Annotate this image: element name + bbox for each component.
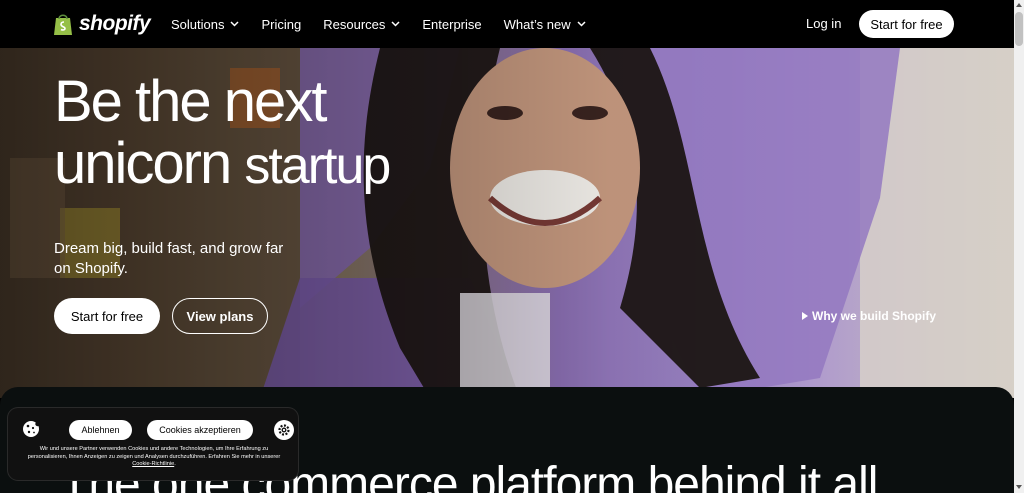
hero-title-unicorn: unicorn [54, 131, 232, 196]
chevron-down-icon [391, 21, 400, 27]
play-icon [802, 312, 808, 320]
nav-item-label: Pricing [261, 16, 302, 32]
scroll-down-arrow-icon[interactable] [1016, 485, 1022, 489]
login-link[interactable]: Log in [806, 16, 841, 31]
cookie-policy-link[interactable]: Cookie-Richtlinie [132, 461, 174, 467]
hero-title-startup: startup [244, 137, 391, 195]
cookie-notice-text: Wir und unsere Partner verwenden Cookies… [20, 446, 288, 469]
cookie-settings-button[interactable] [274, 420, 294, 440]
chevron-down-icon [577, 21, 586, 27]
view-plans-button[interactable]: View plans [172, 298, 268, 334]
nav-item-solutions[interactable]: Solutions [171, 16, 240, 32]
scrollbar-thumb[interactable] [1015, 12, 1023, 46]
accept-cookies-button[interactable]: Cookies akzeptieren [147, 420, 253, 440]
start-free-button[interactable]: Start for free [54, 298, 160, 334]
cookie-notice-end: . [174, 461, 176, 467]
cookie-icon [23, 421, 40, 437]
scroll-up-arrow-icon[interactable] [1016, 3, 1022, 7]
cookie-banner: Ablehnen Cookies akzeptieren Wir und uns… [8, 408, 298, 480]
hero-subtitle: Dream big, build fast, and grow far on S… [54, 240, 284, 277]
shopify-logo[interactable]: shopify [53, 12, 151, 36]
hero-title: Be the next unicorn startup [54, 69, 391, 197]
hero-title-line2: unicorn startup [54, 131, 391, 197]
nav-item-label: Resources [323, 16, 386, 32]
page-scrollbar[interactable] [1014, 0, 1024, 493]
reject-cookies-button[interactable]: Ablehnen [69, 420, 132, 440]
hero-section: Be the next unicorn startup Dream big, b… [0, 48, 1014, 398]
nav-item-pricing[interactable]: Pricing [261, 17, 301, 32]
main-menu: Solutions Pricing Resources Enterprise W… [171, 0, 608, 48]
nav-item-resources[interactable]: Resources [323, 17, 400, 32]
cookie-notice-body: Wir und unsere Partner verwenden Cookies… [27, 446, 281, 460]
why-we-build-video-link[interactable]: Why we build Shopify [802, 309, 936, 323]
chevron-down-icon [230, 21, 240, 27]
nav-item-label: Enterprise [422, 16, 482, 32]
start-free-button-nav[interactable]: Start for free [859, 10, 954, 38]
hero-title-line1: Be the next [54, 69, 327, 134]
nav-item-label: Solutions [171, 16, 225, 32]
nav-item-whats-new[interactable]: What’s new [504, 17, 586, 32]
shopify-bag-icon [54, 14, 72, 35]
top-navigation: shopify Solutions Pricing Resources Ente… [0, 0, 1014, 48]
nav-item-enterprise[interactable]: Enterprise [422, 17, 481, 32]
nav-item-label: What’s new [503, 16, 571, 32]
gear-icon [278, 424, 290, 436]
video-link-label: Why we build Shopify [812, 309, 936, 323]
brand-name: shopify [79, 12, 151, 35]
